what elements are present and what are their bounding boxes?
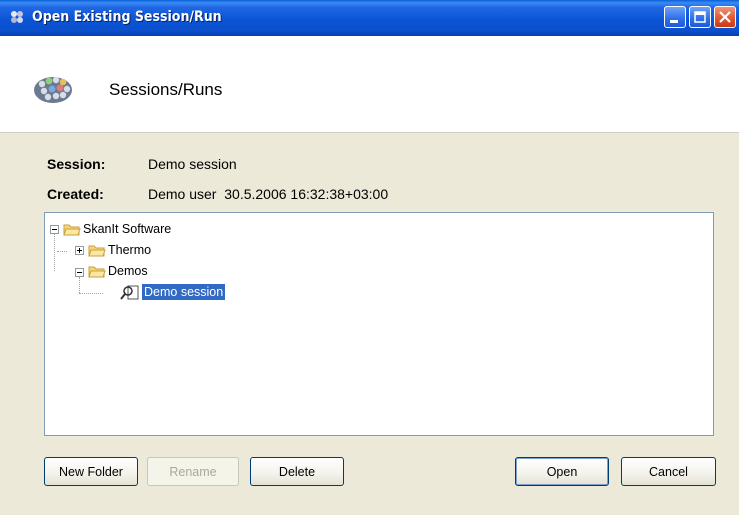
rename-button[interactable]: Rename [147, 457, 239, 486]
new-folder-button[interactable]: New Folder [44, 457, 138, 486]
minimize-button[interactable] [664, 6, 686, 28]
folder-open-icon [63, 224, 81, 236]
tree-line [57, 251, 67, 253]
folder-icon [88, 245, 106, 257]
delete-button[interactable]: Delete [250, 457, 344, 486]
tree-item-demos[interactable]: Demos [108, 263, 148, 279]
tree-line [54, 233, 56, 271]
session-tree[interactable]: SkanIt Software Thermo Demos Demo sessio… [44, 212, 714, 436]
close-button[interactable] [714, 6, 736, 28]
minimize-icon [670, 20, 678, 23]
tree-item-root[interactable]: SkanIt Software [83, 221, 171, 237]
minus-icon [77, 272, 82, 273]
app-icon [11, 11, 23, 23]
dialog-header: Sessions/Runs [0, 36, 739, 133]
close-icon [719, 11, 731, 23]
session-icon [120, 285, 139, 300]
tree-line [79, 277, 81, 293]
sessions-icon [34, 76, 72, 103]
folder-open-icon [88, 266, 106, 278]
window-title: Open Existing Session/Run [32, 9, 222, 25]
dialog-window: Open Existing Session/Run Sessions/Runs … [0, 0, 739, 515]
title-bar[interactable]: Open Existing Session/Run [0, 0, 739, 36]
header-title: Sessions/Runs [109, 80, 223, 99]
collapse-toggle[interactable] [50, 225, 59, 234]
tree-line [79, 293, 103, 295]
expand-toggle[interactable] [75, 246, 84, 255]
session-value: Demo session [148, 156, 237, 172]
open-button[interactable]: Open [515, 457, 609, 486]
created-value: Demo user 30.5.2006 16:32:38+03:00 [148, 186, 389, 202]
maximize-button[interactable] [689, 6, 711, 28]
plus-icon [77, 248, 82, 253]
tree-item-demo-session[interactable]: Demo session [142, 284, 226, 300]
session-label: Session: [47, 156, 106, 172]
tree-item-thermo[interactable]: Thermo [108, 242, 151, 258]
created-label: Created: [47, 186, 104, 202]
collapse-toggle[interactable] [75, 268, 84, 277]
minus-icon [52, 229, 57, 230]
cancel-button[interactable]: Cancel [621, 457, 716, 486]
maximize-icon [694, 11, 706, 23]
